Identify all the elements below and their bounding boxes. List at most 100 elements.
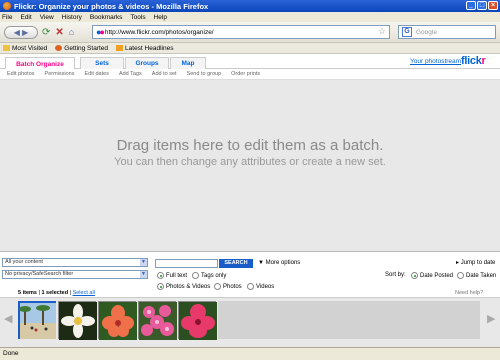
tab-groups[interactable]: Groups: [125, 57, 169, 69]
tray-empty-area: [218, 301, 480, 339]
radio-full-text[interactable]: Full text: [157, 272, 187, 279]
radio-photos[interactable]: Photos: [214, 283, 242, 290]
stop-icon[interactable]: ✕: [55, 27, 63, 38]
content-filter-select[interactable]: All your content ▼: [2, 258, 148, 267]
tab-sets[interactable]: Sets: [80, 57, 124, 69]
photo-thumbnail-beach[interactable]: [18, 301, 56, 339]
radio-date-posted[interactable]: Date Posted: [411, 272, 453, 279]
radio-label: Photos: [223, 283, 242, 290]
photo-thumbnail-white-flower[interactable]: [58, 301, 97, 340]
bookmarks-toolbar: Most Visited Getting Started Latest Head…: [0, 43, 500, 54]
radio-indicator[interactable]: [157, 272, 164, 279]
jump-to-date-link[interactable]: ▸ Jump to date: [456, 259, 495, 266]
content-filter-value: All your content: [5, 259, 43, 265]
menu-view[interactable]: View: [40, 14, 54, 21]
toolbar-permissions[interactable]: Permissions: [45, 71, 75, 77]
minimize-button[interactable]: _: [466, 1, 476, 10]
photo-thumbnail-orange-hibiscus[interactable]: [98, 301, 137, 340]
toolbar-edit-photos[interactable]: Edit photos: [7, 71, 35, 77]
menu-help[interactable]: Help: [154, 14, 167, 21]
batch-drop-zone[interactable]: Drag items here to edit them as a batch.…: [0, 80, 500, 251]
radio-indicator[interactable]: [411, 272, 418, 279]
back-arrow-icon[interactable]: ◀: [14, 28, 20, 37]
search-button[interactable]: SEARCH: [219, 259, 253, 268]
scroll-right-icon[interactable]: ▶: [487, 312, 495, 325]
toolbar-edit-dates[interactable]: Edit dates: [84, 71, 108, 77]
url-text[interactable]: http://www.flickr.com/photos/organize/: [105, 29, 214, 36]
scroll-left-icon[interactable]: ◀: [4, 312, 12, 325]
toolbar-add-tags[interactable]: Add Tags: [119, 71, 142, 77]
forward-arrow-icon[interactable]: ▶: [22, 28, 28, 37]
need-help-link[interactable]: Need help?: [455, 290, 483, 296]
toolbar-order-prints[interactable]: Order prints: [231, 71, 260, 77]
radio-indicator[interactable]: [247, 283, 254, 290]
bookmark-star-icon[interactable]: ☆: [378, 26, 386, 37]
radio-indicator[interactable]: [457, 272, 464, 279]
bookmark-getting-started[interactable]: Getting Started: [55, 45, 108, 52]
chevron-down-icon[interactable]: ▼: [140, 271, 147, 278]
more-options-label: More options: [265, 260, 301, 266]
address-bar[interactable]: ●● http://www.flickr.com/photos/organize…: [92, 25, 390, 39]
navigation-toolbar: ◀ ▶ ⟳ ✕ ⌂ ●● http://www.flickr.com/photo…: [0, 22, 500, 43]
google-icon[interactable]: G: [402, 27, 412, 37]
radio-tags-only[interactable]: Tags only: [192, 272, 226, 279]
firefox-small-icon: [55, 45, 63, 51]
menu-bookmarks[interactable]: Bookmarks: [90, 14, 123, 21]
privacy-filter-select[interactable]: No privacy/SafeSearch filter ▼: [2, 270, 148, 279]
bookmark-label: Most Visited: [12, 44, 48, 52]
menu-tools[interactable]: Tools: [130, 14, 145, 21]
menu-bar: File Edit View History Bookmarks Tools H…: [0, 12, 500, 22]
radio-label: Date Taken: [466, 272, 497, 279]
window-title: Flickr: Organize your photos & videos - …: [14, 1, 209, 11]
tab-map[interactable]: Map: [170, 57, 206, 69]
home-icon[interactable]: ⌂: [69, 27, 74, 37]
item-count: 5 items: [18, 290, 37, 296]
menu-edit[interactable]: Edit: [20, 14, 31, 21]
radio-label: Videos: [256, 283, 275, 290]
radio-label: Photos & Videos: [166, 283, 211, 290]
radio-indicator[interactable]: [157, 283, 164, 290]
radio-indicator[interactable]: [214, 283, 221, 290]
chevron-down-icon[interactable]: ▼: [140, 259, 147, 266]
menu-file[interactable]: File: [2, 14, 12, 21]
flickr-logo[interactable]: flickr: [461, 55, 486, 67]
organizr-header: Batch Organize Sets Groups Map Your phot…: [0, 54, 500, 70]
firefox-icon: [3, 2, 11, 10]
batch-toolbar: Edit photos Permissions Edit dates Add T…: [0, 69, 500, 80]
status-bar: Done: [0, 347, 500, 360]
your-photostream-link[interactable]: Your photostream: [410, 58, 461, 65]
radio-photos-videos[interactable]: Photos & Videos: [157, 283, 210, 290]
radio-label: Tags only: [201, 272, 227, 279]
menu-history[interactable]: History: [62, 14, 82, 21]
back-forward-button[interactable]: ◀ ▶: [4, 25, 38, 39]
drop-zone-title: Drag items here to edit them as a batch.: [116, 137, 384, 154]
toolbar-add-to-set[interactable]: Add to set: [152, 71, 177, 77]
bookmark-label: Getting Started: [64, 44, 109, 52]
red-hibiscus-image: [179, 302, 217, 340]
selected-count: 1 selected: [41, 290, 69, 296]
beach-photo-image: [19, 303, 56, 339]
drop-zone-subtitle: You can then change any attributes or cr…: [114, 156, 386, 168]
toolbar-send-to-group[interactable]: Send to group: [187, 71, 222, 77]
maximize-button[interactable]: □: [477, 1, 487, 10]
close-window-button[interactable]: ×: [488, 1, 498, 10]
search-box[interactable]: G Google: [398, 25, 496, 39]
organizr-search-input[interactable]: [155, 259, 218, 268]
select-all-link[interactable]: Select all: [73, 290, 95, 296]
orange-hibiscus-image: [99, 302, 137, 340]
bookmark-latest-headlines[interactable]: Latest Headlines: [116, 45, 173, 52]
bookmark-most-visited[interactable]: Most Visited: [3, 45, 47, 52]
radio-date-taken[interactable]: Date Taken: [457, 272, 496, 279]
search-placeholder[interactable]: Google: [416, 29, 437, 36]
radio-indicator[interactable]: [192, 272, 199, 279]
more-options-toggle[interactable]: ▼ More options: [258, 260, 300, 266]
window-titlebar: Flickr: Organize your photos & videos - …: [0, 0, 500, 12]
folder-icon: [3, 45, 10, 51]
radio-label: Full text: [166, 272, 188, 279]
photo-thumbnail-red-hibiscus[interactable]: [178, 301, 217, 340]
reload-icon[interactable]: ⟳: [42, 27, 50, 38]
radio-videos[interactable]: Videos: [247, 283, 274, 290]
photo-thumbnail-pink-flowers[interactable]: [138, 301, 177, 340]
pink-flowers-image: [139, 302, 177, 340]
tray-status: 5 items | 1 selected | Select all: [18, 290, 95, 296]
